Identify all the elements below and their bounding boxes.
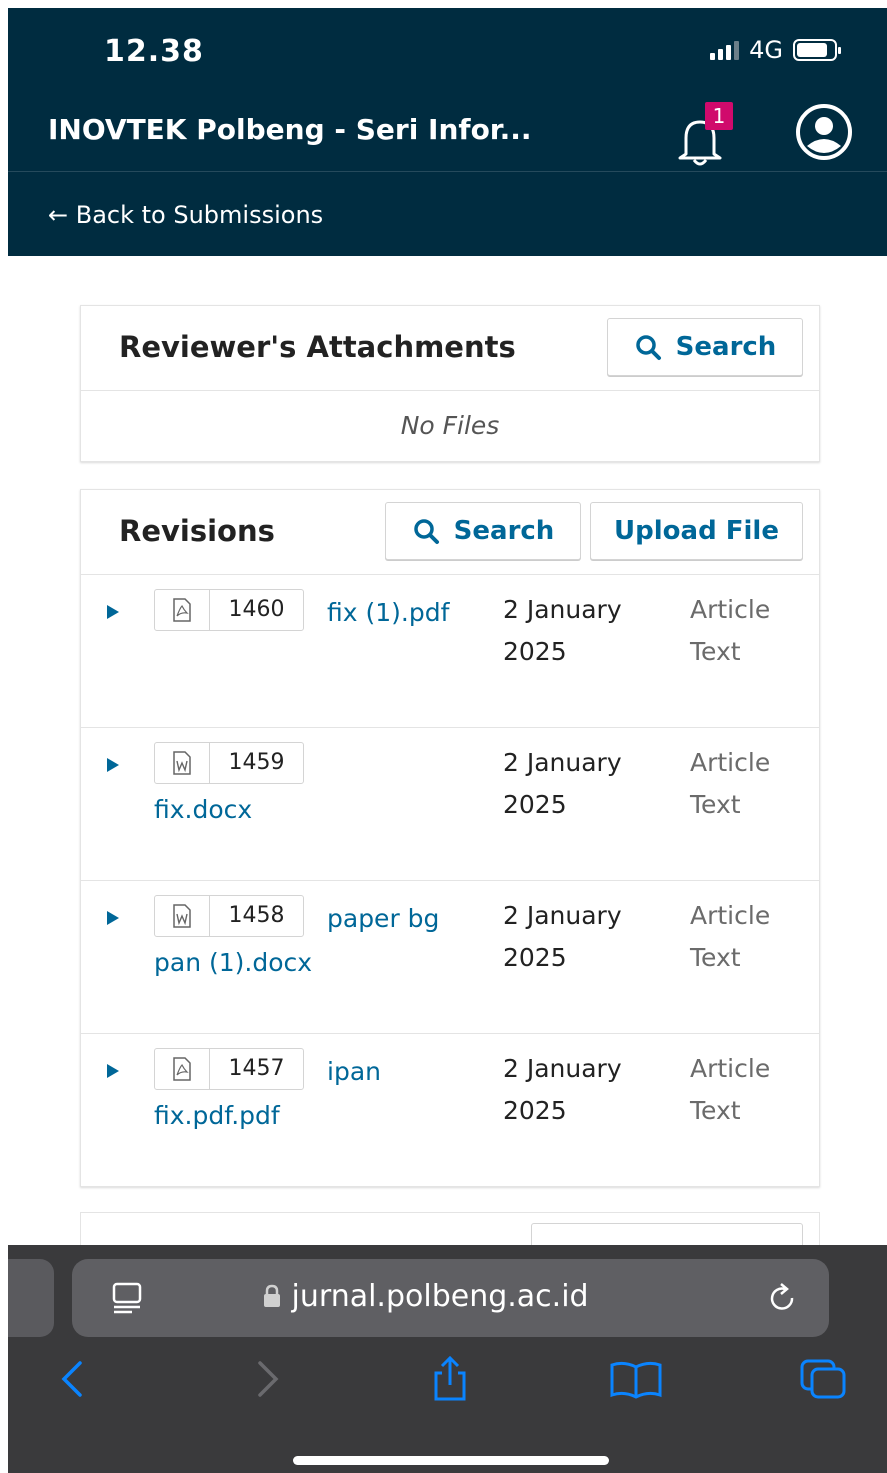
attachments-search-button[interactable]: Search [607,318,803,376]
expand-row-toggle[interactable] [107,758,119,772]
user-account-icon[interactable] [794,102,854,162]
file-genre: Article Text [690,595,771,666]
panel-header: Reviewer's Attachments Search [81,306,819,391]
frame-edge [0,0,8,1473]
reload-icon[interactable] [765,1281,799,1315]
back-chevron-icon[interactable] [50,1355,98,1403]
file-genre: Article Text [690,901,771,972]
battery-icon [793,39,841,61]
panel-header: Revisions Search Upload File [81,490,819,575]
signal-icon [710,40,740,60]
previous-tab-peek[interactable] [8,1259,54,1337]
reviewer-attachments-panel: Reviewer's Attachments Search No Files [80,305,820,462]
file-genre: Article Text [690,748,771,819]
expand-row-toggle[interactable] [107,911,119,925]
file-name-link[interactable]: fix (1).pdf [154,591,474,635]
file-name-link[interactable]: paper bg pan (1).docx [154,897,474,985]
url-text: jurnal.polbeng.ac.id [291,1279,589,1314]
status-time: 12.38 [104,34,204,69]
revisions-panel: Revisions Search Upload File 1460 fix (1… [80,489,820,1187]
file-date: 2 January 2025 [503,595,622,666]
status-indicators: 4G [710,36,841,64]
search-icon [413,519,439,544]
share-icon[interactable] [426,1355,474,1403]
file-badge: 1459 [154,742,304,784]
file-id: 1459 [228,750,285,775]
tabs-icon[interactable] [798,1355,850,1403]
file-name-link[interactable]: ipan fix.pdf.pdf [154,1050,474,1138]
file-row: 1460 fix (1).pdf 2 January 2025 Article … [81,575,819,728]
file-row: 1458 paper bg pan (1).docx 2 January 202… [81,881,819,1034]
file-list: 1460 fix (1).pdf 2 January 2025 Article … [81,575,819,1186]
address-bar[interactable]: jurnal.polbeng.ac.id [72,1259,829,1337]
site-title[interactable]: INOVTEK Polbeng - Seri Infor... [48,113,532,146]
word-file-icon [155,743,210,783]
back-to-submissions-link[interactable]: ← Back to Submissions [48,201,323,229]
file-genre: Article Text [690,1054,771,1125]
empty-state-text: No Files [400,411,500,440]
file-date: 2 January 2025 [503,1054,622,1125]
file-row: 1459 fix.docx 2 January 2025 Article Tex… [81,728,819,881]
search-label: Search [453,516,555,546]
url-display: jurnal.polbeng.ac.id [262,1279,589,1314]
file-date: 2 January 2025 [503,748,622,819]
browser-toolbar: jurnal.polbeng.ac.id [8,1245,887,1473]
top-header: 12.38 4G INOVTEK Polbeng - Seri Infor...… [8,8,887,256]
network-label: 4G [749,36,783,64]
revisions-search-button[interactable]: Search [385,502,581,560]
upload-file-button[interactable]: Upload File [590,502,803,560]
home-indicator [293,1456,609,1465]
header-divider [8,171,887,172]
notification-badge: 1 [705,102,733,130]
file-row: 1457 ipan fix.pdf.pdf 2 January 2025 Art… [81,1034,819,1186]
forward-chevron-icon[interactable] [242,1355,290,1403]
file-name-link[interactable]: fix.docx [154,788,474,832]
panel-title: Reviewer's Attachments [119,330,516,364]
bookmarks-icon[interactable] [608,1355,664,1403]
upload-label: Upload File [614,516,779,546]
expand-row-toggle[interactable] [107,1064,119,1078]
search-icon [635,335,661,360]
file-date: 2 January 2025 [503,901,622,972]
search-label: Search [675,332,777,362]
lock-icon [264,1284,280,1307]
expand-row-toggle[interactable] [107,605,119,619]
panel-title: Revisions [119,514,275,548]
reader-mode-icon[interactable] [110,1281,144,1315]
